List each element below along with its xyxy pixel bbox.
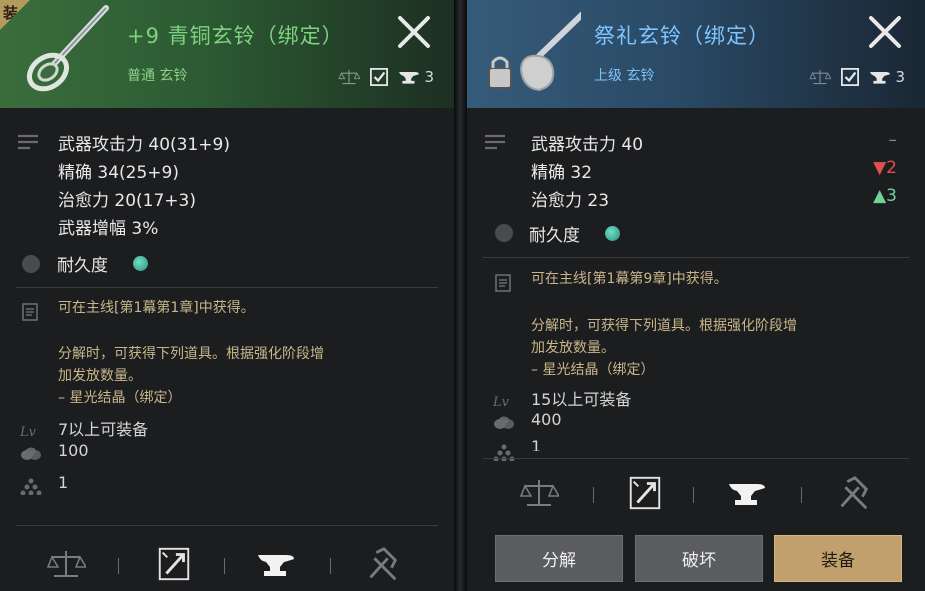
durability-icon: [495, 224, 513, 242]
divider: [483, 257, 909, 258]
tradeable-scale-icon: [338, 67, 360, 87]
divider: [16, 287, 438, 288]
repair-hammer-icon[interactable]: [362, 545, 402, 583]
left-dismantle-text: 分解时，可获得下列道具。根据强化阶段增 加发放数量。 – 星光结晶（绑定）: [58, 346, 324, 406]
left-item-title: +9 青铜玄铃（绑定）: [127, 24, 344, 48]
right-item-grade: 上级 玄铃: [594, 68, 655, 84]
separator: [224, 558, 225, 574]
ritual-bell-staff-icon: [488, 11, 581, 92]
right-weight: 1: [531, 437, 542, 451]
anvil-count-icon: [869, 67, 891, 87]
left-item-header: 装 +9 青铜玄铃（绑定） 普通 玄铃 3: [0, 0, 454, 108]
left-item-tooltip: 装 +9 青铜玄铃（绑定） 普通 玄铃 3 武器攻击力 40(31+9) 精确 …: [0, 0, 455, 591]
enchant-scroll-icon[interactable]: [154, 545, 194, 583]
level-icon: [493, 391, 515, 409]
durability-gem-icon: [133, 256, 148, 271]
left-required-level: 7以上可装备: [58, 420, 149, 439]
divider: [483, 458, 909, 459]
divider: [16, 525, 438, 526]
trade-scale-icon[interactable]: [519, 474, 559, 512]
tradeable-scale-icon: [809, 67, 831, 87]
right-sell-price: 400: [531, 410, 562, 429]
durability-gem-icon: [605, 226, 620, 241]
anvil-count: 3: [895, 68, 905, 86]
separator: [801, 487, 802, 503]
right-item-title: 祭礼玄铃（绑定）: [594, 24, 770, 48]
separator: [330, 558, 331, 574]
right-close-icon[interactable]: [867, 14, 903, 50]
right-item-header: 祭礼玄铃（绑定） 上级 玄铃 3: [467, 0, 925, 108]
stats-list-icon: [18, 134, 38, 150]
stat-attack: 武器攻击力 40(31+9): [58, 135, 230, 155]
price-coins-icon: [20, 446, 42, 464]
separator: [593, 487, 594, 503]
durability-icon: [22, 255, 40, 273]
right-required-level: 15以上可装备: [531, 390, 632, 409]
panel-gap: [455, 0, 466, 591]
level-icon: [20, 421, 42, 439]
stat-healing: 治愈力 23: [531, 191, 610, 211]
stat-healing: 治愈力 20(17+3): [58, 191, 196, 211]
separator: [118, 558, 119, 574]
separator: [693, 487, 694, 503]
bound-check-icon: [370, 68, 388, 86]
stat-attack-diff: –: [888, 130, 898, 150]
stats-list-icon: [485, 134, 505, 150]
stat-healing-diff: ▲3: [873, 186, 897, 206]
equip-button[interactable]: 装备: [774, 535, 902, 582]
destroy-button[interactable]: 破坏: [635, 535, 763, 582]
enhance-anvil-icon[interactable]: [727, 474, 767, 512]
dismantle-button[interactable]: 分解: [495, 535, 623, 582]
right-dismantle-text: 分解时，可获得下列道具。根据强化阶段增 加发放数量。 – 星光结晶（绑定）: [531, 318, 797, 378]
stat-precision-diff: ▼2: [873, 158, 897, 178]
left-item-grade: 普通 玄铃: [127, 68, 188, 84]
bronze-bell-staff-icon: [26, 5, 109, 92]
anvil-count: 3: [424, 68, 434, 86]
stat-precision: 精确 34(25+9): [58, 163, 179, 183]
right-item-tooltip: 祭礼玄铃（绑定） 上级 玄铃 3 武器攻击力 40 精确 32 治愈力 23 –…: [466, 0, 925, 591]
durability-label: 耐久度: [57, 256, 108, 276]
left-close-icon[interactable]: [396, 14, 432, 50]
left-source-text: 可在主线[第1幕第1章]中获得。: [58, 300, 255, 316]
weight-icon: [20, 477, 42, 495]
stat-precision: 精确 32: [531, 163, 593, 183]
right-header-icons: 3: [809, 66, 905, 88]
anvil-count-icon: [398, 67, 420, 87]
description-icon: [22, 303, 38, 321]
repair-hammer-icon[interactable]: [833, 474, 873, 512]
right-action-icons: [467, 474, 925, 518]
enchant-scroll-icon[interactable]: [625, 474, 665, 512]
trade-scale-icon[interactable]: [46, 545, 86, 583]
description-icon: [495, 274, 511, 292]
enhance-anvil-icon[interactable]: [256, 545, 296, 583]
bound-check-icon: [841, 68, 859, 86]
left-sell-price: 100: [58, 441, 89, 460]
durability-label: 耐久度: [529, 226, 580, 246]
stat-attack: 武器攻击力 40: [531, 135, 644, 155]
left-weight: 1: [58, 473, 69, 492]
left-action-icons: [0, 545, 454, 589]
left-header-icons: 3: [338, 66, 434, 88]
price-coins-icon: [493, 415, 515, 433]
right-source-text: 可在主线[第1幕第9章]中获得。: [531, 271, 728, 287]
stat-weapon-amp: 武器增幅 3%: [58, 219, 159, 239]
